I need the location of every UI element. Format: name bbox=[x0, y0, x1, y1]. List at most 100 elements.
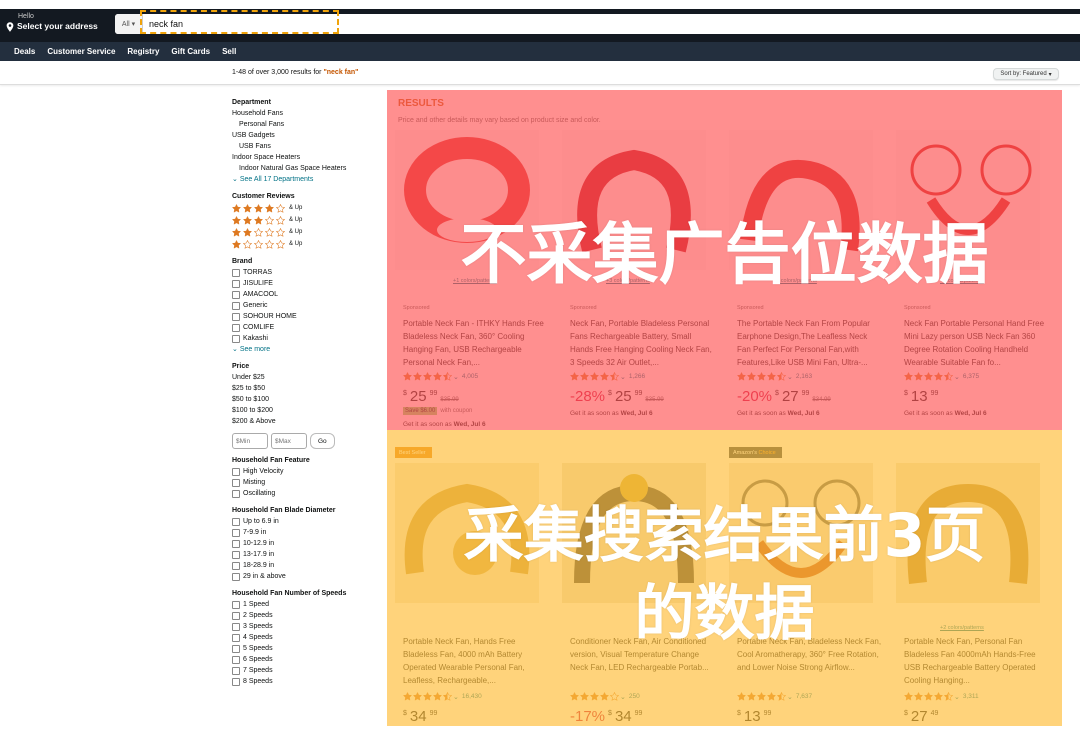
checkbox-box[interactable] bbox=[232, 279, 240, 288]
checkbox-box[interactable] bbox=[232, 478, 240, 487]
feature-checkbox[interactable]: High Velocity bbox=[232, 466, 382, 477]
colors-link[interactable]: +2 colors/patterns bbox=[940, 625, 984, 631]
diameter-checkbox[interactable]: 10-12.9 in bbox=[232, 538, 382, 549]
checkbox-box[interactable] bbox=[232, 517, 240, 526]
checkbox-box[interactable] bbox=[232, 655, 240, 664]
diameter-checkbox[interactable]: Up to 6.9 in bbox=[232, 516, 382, 527]
rating[interactable]: ⌄ 6,375 bbox=[904, 372, 979, 381]
brand-checkbox[interactable]: Kakashi bbox=[232, 333, 382, 344]
checkbox-box[interactable] bbox=[232, 323, 240, 332]
speed-checkbox[interactable]: 2 Speeds bbox=[232, 610, 382, 621]
checkbox-box[interactable] bbox=[232, 633, 240, 642]
product-image[interactable] bbox=[562, 130, 706, 270]
see-more-brands-link[interactable]: ⌄ See more bbox=[232, 344, 382, 355]
max-price-input[interactable] bbox=[271, 433, 307, 449]
department-item[interactable]: USB Gadgets bbox=[232, 130, 382, 141]
product-card[interactable]: +1 colors/patterns Sponsored Portable Ne… bbox=[387, 120, 547, 430]
checkbox-box[interactable] bbox=[232, 666, 240, 675]
product-card[interactable]: Conditioner Neck Fan, Air Conditioned ve… bbox=[554, 435, 714, 731]
product-title[interactable]: Portable Neck Fan, Personal Fan Bladeles… bbox=[904, 635, 1050, 687]
review-filter-2-stars[interactable]: & Up bbox=[232, 226, 382, 238]
speed-checkbox[interactable]: 1 Speed bbox=[232, 599, 382, 610]
price-range-link[interactable]: $200 & Above bbox=[232, 416, 382, 427]
nav-sell[interactable]: Sell bbox=[222, 47, 236, 56]
brand-checkbox[interactable]: COMLIFE bbox=[232, 322, 382, 333]
product-image[interactable] bbox=[395, 130, 539, 270]
checkbox-box[interactable] bbox=[232, 528, 240, 537]
speed-checkbox[interactable]: 6 Speeds bbox=[232, 654, 382, 665]
price-range-link[interactable]: Under $25 bbox=[232, 372, 382, 383]
checkbox-box[interactable] bbox=[232, 301, 240, 310]
checkbox-box[interactable] bbox=[232, 644, 240, 653]
feature-checkbox[interactable]: Oscillating bbox=[232, 488, 382, 499]
brand-checkbox[interactable]: AMACOOL bbox=[232, 289, 382, 300]
rating[interactable]: ⌄ 16,430 bbox=[403, 692, 482, 701]
speed-checkbox[interactable]: 7 Speeds bbox=[232, 665, 382, 676]
price-range-link[interactable]: $100 to $200 bbox=[232, 405, 382, 416]
colors-link[interactable]: +3 colors/patterns bbox=[606, 278, 650, 284]
diameter-checkbox[interactable]: 18-28.9 in bbox=[232, 560, 382, 571]
rating[interactable]: ⌄ 3,311 bbox=[904, 692, 979, 701]
colors-link[interactable]: +1 colors/patterns bbox=[773, 278, 817, 284]
feature-checkbox[interactable]: Misting bbox=[232, 477, 382, 488]
speed-checkbox[interactable]: 8 Speeds bbox=[232, 676, 382, 687]
product-image[interactable] bbox=[896, 130, 1040, 270]
brand-checkbox[interactable]: Generic bbox=[232, 300, 382, 311]
product-title[interactable]: Portable Neck Fan, Bladeless Neck Fan, C… bbox=[737, 635, 883, 687]
product-image[interactable] bbox=[729, 130, 873, 270]
product-title[interactable]: Conditioner Neck Fan, Air Conditioned ve… bbox=[570, 635, 716, 687]
price-range-link[interactable]: $25 to $50 bbox=[232, 383, 382, 394]
review-filter-3-stars[interactable]: & Up bbox=[232, 214, 382, 226]
checkbox-box[interactable] bbox=[232, 677, 240, 686]
checkbox-box[interactable] bbox=[232, 561, 240, 570]
department-item[interactable]: USB Fans bbox=[232, 141, 382, 152]
product-card[interactable]: Best Seller Portable Neck Fan, Hands Fre… bbox=[387, 435, 547, 731]
product-card[interactable]: +3 colors/patterns Sponsored Neck Fan, P… bbox=[554, 120, 714, 430]
checkbox-box[interactable] bbox=[232, 312, 240, 321]
checkbox-box[interactable] bbox=[232, 539, 240, 548]
department-item[interactable]: Personal Fans bbox=[232, 119, 382, 130]
product-title[interactable]: Portable Neck Fan, Hands Free Bladeless … bbox=[403, 635, 549, 687]
product-title[interactable]: Neck Fan, Portable Bladeless Personal Fa… bbox=[570, 317, 716, 369]
rating[interactable]: ⌄ 7,637 bbox=[737, 692, 812, 701]
product-image[interactable] bbox=[896, 463, 1040, 603]
speed-checkbox[interactable]: 5 Speeds bbox=[232, 643, 382, 654]
checkbox-box[interactable] bbox=[232, 622, 240, 631]
diameter-checkbox[interactable]: 29 in & above bbox=[232, 571, 382, 582]
rating[interactable]: ⌄ 4,005 bbox=[403, 372, 478, 381]
department-item[interactable]: Household Fans bbox=[232, 108, 382, 119]
sort-dropdown[interactable]: Sort by: Featured ▾ bbox=[993, 68, 1059, 80]
checkbox-box[interactable] bbox=[232, 290, 240, 299]
product-image[interactable] bbox=[562, 463, 706, 603]
checkbox-box[interactable] bbox=[232, 467, 240, 476]
colors-link[interactable]: +1 colors/patterns bbox=[453, 278, 497, 284]
rating[interactable]: ⌄ 2,163 bbox=[737, 372, 812, 381]
delivery-address[interactable]: Hello Select your address bbox=[6, 13, 98, 32]
price-range-link[interactable]: $50 to $100 bbox=[232, 394, 382, 405]
product-image[interactable] bbox=[729, 463, 873, 603]
coupon[interactable]: Save $6.00 with coupon bbox=[403, 407, 472, 415]
product-card[interactable]: Amazon's Choice Portable Neck Fan, Blade… bbox=[721, 435, 881, 731]
rating[interactable]: ⌄ 1,266 bbox=[570, 372, 645, 381]
product-image[interactable] bbox=[395, 463, 539, 603]
brand-checkbox[interactable]: SOHOUR HOME bbox=[232, 311, 382, 322]
nav-customer-service[interactable]: Customer Service bbox=[47, 47, 115, 56]
see-all-departments-link[interactable]: ⌄ See All 17 Departments bbox=[232, 174, 382, 185]
product-title[interactable]: The Portable Neck Fan From Popular Earph… bbox=[737, 317, 883, 369]
nav-registry[interactable]: Registry bbox=[127, 47, 159, 56]
brand-checkbox[interactable]: JISULIFE bbox=[232, 278, 382, 289]
diameter-checkbox[interactable]: 13-17.9 in bbox=[232, 549, 382, 560]
nav-deals[interactable]: Deals bbox=[14, 47, 35, 56]
brand-checkbox[interactable]: TORRAS bbox=[232, 267, 382, 278]
review-filter-4-stars[interactable]: & Up bbox=[232, 202, 382, 214]
speed-checkbox[interactable]: 4 Speeds bbox=[232, 632, 382, 643]
checkbox-box[interactable] bbox=[232, 550, 240, 559]
product-card[interactable]: +6 colors/patterns Sponsored Neck Fan Po… bbox=[888, 120, 1048, 430]
search-category-select[interactable]: All ▾ bbox=[115, 14, 143, 34]
checkbox-box[interactable] bbox=[232, 611, 240, 620]
rating[interactable]: ⌄ 250 bbox=[570, 692, 640, 701]
speed-checkbox[interactable]: 3 Speeds bbox=[232, 621, 382, 632]
product-title[interactable]: Neck Fan Portable Personal Hand Free Min… bbox=[904, 317, 1050, 369]
checkbox-box[interactable] bbox=[232, 489, 240, 498]
min-price-input[interactable] bbox=[232, 433, 268, 449]
